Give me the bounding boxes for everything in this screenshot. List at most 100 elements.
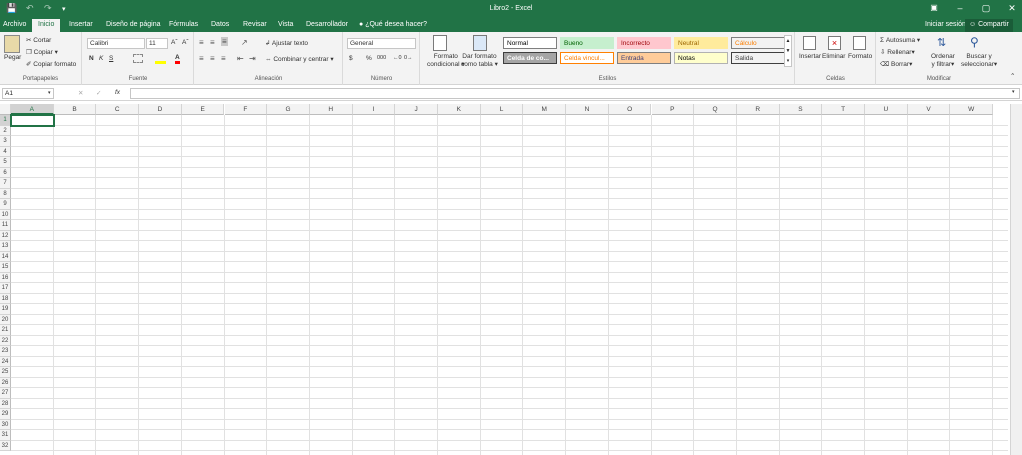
column-header[interactable]: U — [865, 104, 908, 115]
column-header[interactable]: M — [523, 104, 567, 115]
font-size-select[interactable]: 11 — [146, 38, 168, 49]
cell-style-0[interactable]: Normal — [503, 37, 557, 49]
column-header[interactable]: T — [822, 104, 865, 115]
rellenar-button[interactable]: ⇩ Rellenar▾ — [880, 48, 915, 56]
format-cells-icon[interactable] — [853, 36, 866, 50]
row-header[interactable]: 25 — [0, 367, 11, 378]
row-header[interactable]: 4 — [0, 146, 11, 157]
column-header[interactable]: P — [651, 104, 695, 115]
column-header[interactable]: F — [224, 104, 268, 115]
cell-style-5[interactable]: Celda de co... — [503, 52, 557, 64]
shrink-font-icon[interactable]: Aˇ — [182, 39, 189, 46]
signin-link[interactable]: Iniciar sesión — [925, 21, 966, 28]
row-header[interactable]: 27 — [0, 388, 11, 399]
row-header[interactable]: 11 — [0, 220, 11, 231]
tab-insertar[interactable]: Insertar — [69, 21, 93, 28]
formula-input[interactable] — [130, 88, 1020, 99]
pegar-button[interactable]: Pegar — [4, 54, 21, 61]
column-header[interactable]: B — [53, 104, 97, 115]
copiar-button[interactable]: ❐ Copiar ▾ — [26, 48, 58, 56]
formato-condicional-button[interactable]: Formato condicional ▾ — [427, 53, 465, 69]
ajustar-texto-button[interactable]: ↲ Ajustar texto — [265, 39, 308, 47]
row-header[interactable]: 19 — [0, 304, 11, 315]
row-header[interactable]: 3 — [0, 136, 11, 147]
align-top-icon[interactable]: ≡ — [199, 38, 204, 47]
autosuma-button[interactable]: Σ Autosuma ▾ — [880, 36, 920, 44]
increase-indent-icon[interactable]: ⇥ — [249, 54, 256, 63]
copiar-formato-button[interactable]: ✐ Copiar formato — [26, 60, 76, 68]
row-header[interactable]: 2 — [0, 125, 11, 136]
column-header[interactable]: N — [566, 104, 609, 115]
cell-style-9[interactable]: Salida — [731, 52, 785, 64]
format-table-icon[interactable] — [473, 35, 487, 51]
row-header[interactable]: 9 — [0, 199, 11, 210]
column-header[interactable]: V — [907, 104, 951, 115]
column-header[interactable]: J — [395, 104, 438, 115]
row-header[interactable]: 17 — [0, 283, 11, 294]
name-box[interactable]: A1 — [2, 88, 54, 99]
tab-datos[interactable]: Datos — [211, 21, 229, 28]
cortar-button[interactable]: ✂ Cortar — [26, 36, 51, 44]
thousands-button[interactable]: 000 — [377, 55, 386, 61]
conditional-format-icon[interactable] — [433, 35, 447, 51]
column-header[interactable]: H — [309, 104, 353, 115]
row-header[interactable]: 30 — [0, 419, 11, 430]
insertar-button[interactable]: Insertar — [799, 53, 821, 60]
share-button[interactable]: ☺ Compartir — [965, 19, 1013, 32]
row-header[interactable]: 26 — [0, 377, 11, 388]
italic-button[interactable]: K — [99, 55, 103, 62]
font-name-select[interactable]: Calibri — [87, 38, 145, 49]
paste-icon[interactable] — [4, 35, 20, 53]
align-right-icon[interactable]: ≡ — [221, 54, 226, 63]
name-box-dropdown-icon[interactable]: ▾ — [48, 90, 51, 96]
row-header[interactable]: 22 — [0, 335, 11, 346]
orientation-icon[interactable]: ↗ — [241, 38, 248, 47]
styles-scroll-icon[interactable]: ▲ ▼ ▾ — [784, 35, 792, 67]
tab-inicio[interactable]: Inicio — [32, 19, 61, 32]
column-header[interactable]: I — [352, 104, 396, 115]
row-header[interactable]: 8 — [0, 188, 11, 199]
tab-revisar[interactable]: Revisar — [243, 21, 267, 28]
borrar-button[interactable]: ⌫ Borrar▾ — [880, 60, 912, 68]
minimize-button[interactable]: – — [946, 3, 974, 13]
currency-button[interactable]: $ — [349, 55, 353, 62]
row-header[interactable]: 23 — [0, 346, 11, 357]
maximize-button[interactable]: ▢ — [972, 3, 1000, 14]
formato-button[interactable]: Formato — [848, 53, 872, 60]
tell-me-box[interactable]: ● ¿Qué desea hacer? — [359, 21, 427, 28]
cell-style-6[interactable]: Celda vincul... — [560, 52, 614, 64]
column-header[interactable]: W — [950, 104, 994, 115]
fill-color-icon[interactable] — [155, 54, 166, 64]
tab-diseno-pagina[interactable]: Diseño de página — [106, 21, 161, 28]
column-header[interactable]: R — [736, 104, 780, 115]
grow-font-icon[interactable]: Aˆ — [171, 39, 178, 46]
column-header[interactable]: O — [608, 104, 652, 115]
row-header[interactable]: 18 — [0, 293, 11, 304]
collapse-ribbon-icon[interactable]: ⌃ — [1010, 72, 1015, 80]
row-header[interactable]: 31 — [0, 430, 11, 441]
column-header[interactable]: D — [139, 104, 182, 115]
expand-formula-icon[interactable]: ▾ — [1012, 89, 1015, 95]
row-header[interactable]: 13 — [0, 241, 11, 252]
cell-style-3[interactable]: Neutral — [674, 37, 728, 49]
column-header[interactable]: C — [96, 104, 140, 115]
row-header[interactable]: 32 — [0, 440, 11, 451]
dar-formato-tabla-button[interactable]: Dar formato como tabla ▾ — [461, 53, 498, 69]
buscar-seleccionar-button[interactable]: Buscar y seleccionar▾ — [961, 53, 997, 69]
sort-filter-icon[interactable]: ⇅ — [937, 36, 946, 49]
insert-function-icon[interactable]: fx — [115, 89, 120, 96]
row-header[interactable]: 21 — [0, 325, 11, 336]
tab-formulas[interactable]: Fórmulas — [169, 21, 198, 28]
find-icon[interactable]: ⚲ — [970, 35, 979, 49]
insert-cells-icon[interactable] — [803, 36, 816, 50]
number-format-select[interactable]: General — [347, 38, 416, 49]
cell-style-4[interactable]: Cálculo — [731, 37, 785, 49]
tab-vista[interactable]: Vista — [278, 21, 293, 28]
row-header[interactable]: 12 — [0, 230, 11, 241]
align-center-icon[interactable]: ≡ — [210, 54, 215, 63]
close-button[interactable]: ✕ — [998, 3, 1022, 14]
increase-decimal-icon[interactable]: ←0 — [393, 55, 402, 61]
row-header[interactable]: 10 — [0, 209, 11, 220]
enter-icon[interactable]: ✓ — [96, 89, 101, 97]
row-header[interactable]: 6 — [0, 167, 11, 178]
